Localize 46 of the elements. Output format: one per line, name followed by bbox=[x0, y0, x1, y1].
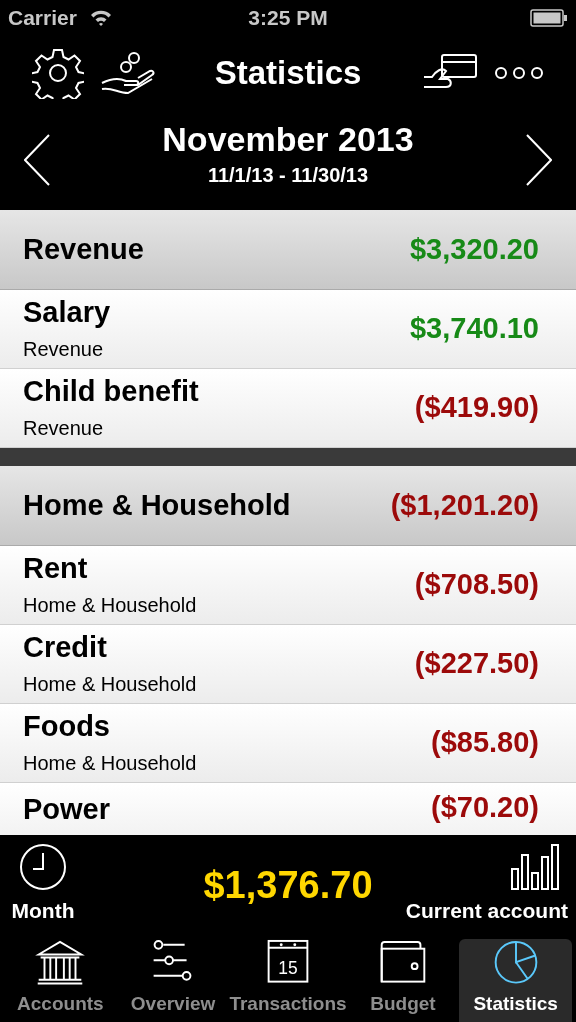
period-title: November 2013 bbox=[162, 118, 414, 160]
tab[interactable]: Budget bbox=[346, 939, 460, 1022]
category-row[interactable]: Credit Home & Household ($227.50) bbox=[0, 625, 576, 704]
category-name: Rent bbox=[23, 550, 89, 586]
period-label: Month bbox=[11, 898, 75, 925]
time-label: 3:25 PM bbox=[248, 5, 328, 32]
bar-chart-icon[interactable] bbox=[510, 843, 560, 892]
category-subtitle: Home & Household bbox=[23, 593, 197, 619]
category-subtitle: Home & Household bbox=[23, 751, 197, 777]
carrier-label: Carrier bbox=[8, 5, 77, 32]
section-name: Revenue bbox=[23, 231, 144, 267]
section-total: $3,320.20 bbox=[410, 231, 539, 267]
balance-amount: $1,376.70 bbox=[203, 862, 373, 908]
amount: ($419.90) bbox=[414, 390, 539, 426]
category-row[interactable]: Salary Revenue $3,740.10 bbox=[0, 290, 576, 369]
section-total: ($1,201.20) bbox=[390, 487, 539, 523]
account-label: Current account bbox=[405, 898, 568, 925]
category-name: Credit bbox=[23, 629, 108, 665]
category-row[interactable]: Foods Home & Household ($85.80) bbox=[0, 704, 576, 783]
category-row[interactable]: Rent Home & Household ($708.50) bbox=[0, 546, 576, 625]
category-subtitle: Revenue bbox=[23, 337, 105, 363]
amount: $3,740.10 bbox=[410, 311, 539, 347]
section-name: Home & Household bbox=[23, 487, 291, 523]
screen-title: Statistics bbox=[214, 53, 362, 94]
tab[interactable]: Overview bbox=[116, 939, 230, 1022]
category-row[interactable]: Child benefit Revenue ($419.90) bbox=[0, 369, 576, 448]
category-name: Power bbox=[23, 792, 111, 827]
battery-icon bbox=[530, 9, 568, 27]
category-name: Foods bbox=[23, 708, 111, 744]
amount: ($70.20) bbox=[431, 790, 539, 825]
hand-coins-icon[interactable] bbox=[100, 51, 156, 95]
amount: ($708.50) bbox=[414, 567, 539, 603]
tab[interactable]: Accounts bbox=[4, 939, 117, 1022]
settings-icon[interactable] bbox=[32, 47, 84, 99]
tab[interactable]: Statistics bbox=[459, 939, 573, 1022]
more-icon[interactable] bbox=[494, 66, 544, 80]
category-name: Salary bbox=[23, 294, 111, 330]
amount: ($85.80) bbox=[431, 725, 539, 761]
category-row[interactable]: Power ($70.20) bbox=[0, 783, 576, 835]
category-subtitle: Revenue bbox=[23, 416, 105, 442]
clock-icon[interactable] bbox=[19, 843, 67, 892]
category-subtitle: Home & Household bbox=[23, 672, 197, 698]
category-name: Child benefit bbox=[23, 373, 199, 409]
tab[interactable]: 15 Transactions bbox=[229, 939, 347, 1022]
amount: ($227.50) bbox=[414, 646, 539, 682]
date-range: 11/1/13 - 11/30/13 bbox=[207, 163, 369, 189]
